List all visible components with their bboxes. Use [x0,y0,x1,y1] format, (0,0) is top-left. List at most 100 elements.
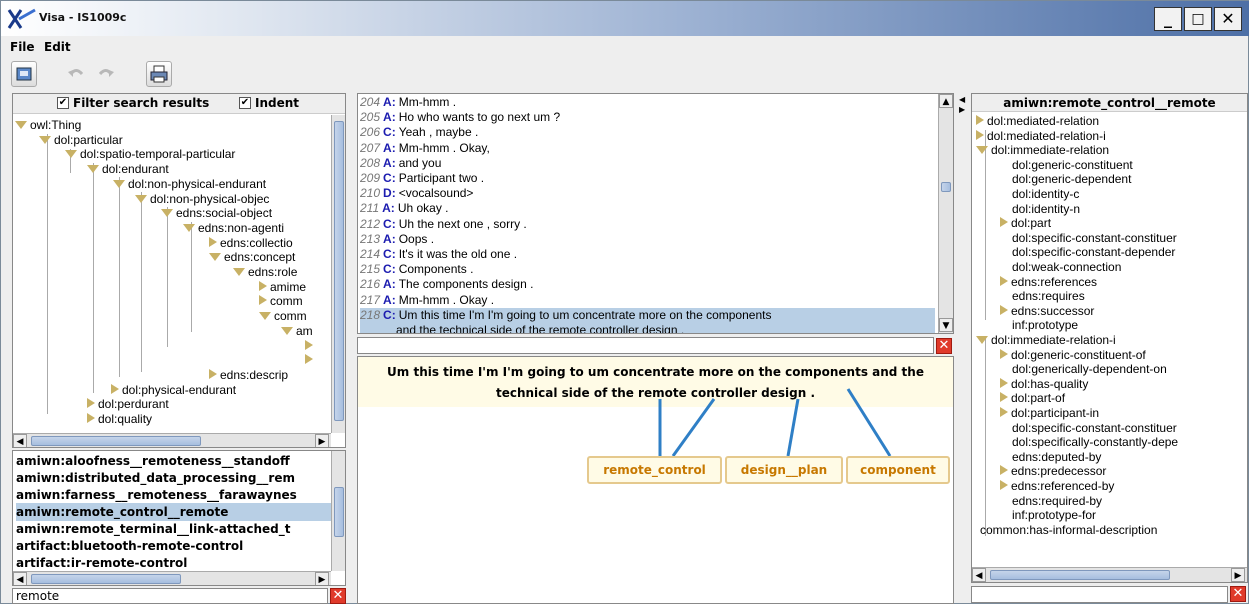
search-result-item[interactable]: amiwn:distributed_data_processing__rem [16,469,331,487]
search-result-item[interactable]: artifact:bluetooth-remote-control [16,537,331,555]
relations-tree[interactable]: dol:mediated-relation dol:mediated-relati… [972,112,1247,567]
concept-chip-remote-control[interactable]: remote_control [587,456,722,484]
clear-relations-icon[interactable]: ✕ [1230,586,1246,602]
ontology-tree-node[interactable]: dol:perdurant [87,397,169,412]
transcript-line[interactable]: 218 C: Um this time I'm I'm going to um co… [360,307,935,323]
relation-node[interactable]: dol:specific-constant-depender [1012,245,1175,260]
collapsed-node-icon[interactable] [976,129,984,140]
collapsed-node-icon[interactable] [1000,217,1008,228]
relation-node[interactable]: edns:referenced-by [1000,479,1114,494]
transcript-scroll-down-arrow[interactable]: ▼ [939,318,953,332]
relation-node[interactable]: edns:deputed-by [1012,450,1101,465]
collapsed-node-icon[interactable] [1000,465,1008,476]
relation-node[interactable]: dol:specific-constant-constituer [1012,421,1177,436]
relations-scroll-left-arrow[interactable]: ◀ [972,568,986,582]
relations-hscrollbar[interactable]: ◀ ▶ [972,567,1247,582]
transcript-line[interactable]: 210 D: <vocalsound> [360,186,935,201]
ontology-tree-node[interactable]: edns:concept [209,250,295,265]
ontology-tree-node[interactable]: am [281,324,313,339]
transcript-line[interactable]: 216 A: The components design . [360,277,935,292]
relation-node[interactable]: dol:part-of [1000,391,1065,406]
search-results-list[interactable]: amiwn:aloofness__remoteness__standoff ami… [13,451,331,571]
collapsed-node-icon[interactable] [209,368,217,379]
print-button[interactable] [146,61,172,87]
splitter-left-arrow[interactable]: ◀ [959,95,965,104]
results-scroll-right-arrow[interactable]: ▶ [315,572,329,585]
menu-file[interactable]: File [10,40,35,54]
ontology-tree-node[interactable]: dol:non-physical-objec [135,192,269,207]
collapsed-node-icon[interactable] [1000,392,1008,403]
indent-checkbox[interactable]: ✔ [239,97,251,109]
collapsed-node-icon[interactable] [1000,348,1008,359]
results-hscroll-thumb[interactable] [31,574,181,584]
relation-node[interactable]: dol:part [1000,216,1051,231]
relation-node[interactable]: inf:prototype [1012,318,1078,333]
relation-node[interactable]: dol:immediate-relation-i [976,333,1116,348]
undo-button[interactable] [63,61,89,87]
transcript-vscrollbar[interactable]: ▲ ▼ [938,94,953,333]
results-hscrollbar[interactable]: ◀ ▶ [13,571,331,585]
collapsed-node-icon[interactable] [259,280,267,291]
relation-node[interactable]: inf:prototype-for [1012,508,1096,523]
ontology-tree-node[interactable]: dol:physical-endurant [111,383,236,398]
transcript-vscroll-thumb[interactable] [941,182,951,192]
expanded-node-icon[interactable] [39,135,51,144]
collapsed-node-icon[interactable] [1000,407,1008,417]
concept-chip-component[interactable]: component [846,456,950,484]
expanded-node-icon[interactable] [233,268,245,276]
clear-transcript-icon[interactable]: ✕ [936,338,952,354]
expanded-node-icon[interactable] [976,146,988,155]
relation-node[interactable]: dol:identity-n [1012,202,1080,217]
transcript-line[interactable]: 208 A: and you [360,156,935,171]
ontology-tree-node[interactable]: edns:role [233,265,297,280]
ontology-tree-node[interactable]: dol:non-physical-endurant [113,177,266,192]
relation-node[interactable]: edns:references [1000,275,1097,290]
ontology-tree-node[interactable]: dol:endurant [87,162,169,177]
transcript-scroll-up-arrow[interactable]: ▲ [939,94,953,108]
collapsed-node-icon[interactable] [87,398,95,409]
search-result-item[interactable]: amiwn:remote_terminal__link-attached_t [16,520,331,538]
concept-chip-design-plan[interactable]: design__plan [725,456,843,484]
expanded-node-icon[interactable] [65,150,77,159]
relation-node[interactable]: dol:participant-in [1000,406,1099,421]
search-result-item[interactable]: amiwn:aloofness__remoteness__standoff [16,452,331,470]
relation-node[interactable]: dol:has-quality [1000,377,1088,392]
expanded-node-icon[interactable] [87,165,99,174]
ontology-tree-node[interactable]: dol:spatio-temporal-particular [65,147,235,162]
results-scroll-left-arrow[interactable]: ◀ [13,572,27,585]
splitter-right-arrow[interactable]: ▶ [959,105,965,114]
collapsed-node-icon[interactable] [1000,304,1008,315]
relation-node[interactable]: dol:generic-dependent [1012,172,1131,187]
clear-search-icon[interactable]: ✕ [330,588,346,604]
transcript-line[interactable]: 215 C: Components . [360,262,935,277]
relation-node[interactable]: edns:successor [1000,304,1094,319]
collapsed-node-icon[interactable] [259,295,267,306]
transcript-line[interactable]: 217 A: Mm-hmm . Okay . [360,293,935,308]
relation-node[interactable]: dol:generic-constituent [1012,158,1133,173]
redo-button[interactable] [93,61,119,87]
expanded-node-icon[interactable] [15,121,27,129]
expanded-node-icon[interactable] [259,312,271,321]
collapsed-node-icon[interactable] [87,413,95,423]
search-result-item[interactable]: amiwn:remote_control__remote [16,503,331,521]
relation-node[interactable]: dol:identity-c [1012,187,1079,202]
ontology-tree-node[interactable]: comm [259,294,303,309]
transcript-line[interactable]: 211 A: Uh okay . [360,201,935,216]
collapsed-node-icon[interactable] [111,383,119,394]
results-vscrollbar[interactable] [331,451,345,571]
expanded-node-icon[interactable] [113,179,125,188]
menu-edit[interactable]: Edit [44,40,71,54]
open-button[interactable] [11,61,37,87]
search-input[interactable]: remote [12,588,328,604]
ontology-hscroll-thumb[interactable] [31,436,201,446]
title-bar[interactable]: Visa - IS1009c _ □ ✕ [1,1,1249,36]
ontology-tree[interactable]: owl:Thing dol:particular dol:spatio-tempor… [13,115,331,433]
transcript-line[interactable]: 213 A: Oops . [360,232,935,247]
ontology-vscrollbar[interactable] [331,115,345,433]
expanded-node-icon[interactable] [209,253,221,262]
expanded-node-icon[interactable] [281,326,293,335]
expanded-node-icon[interactable] [161,209,173,218]
transcript-list[interactable]: 204 A: Mm-hmm . 205 A: Ho who wants to go nex… [358,94,938,333]
transcript-line[interactable]: 207 A: Mm-hmm . Okay, [360,141,935,156]
transcript-line[interactable]: 205 A: Ho who wants to go next um ? [360,110,935,125]
